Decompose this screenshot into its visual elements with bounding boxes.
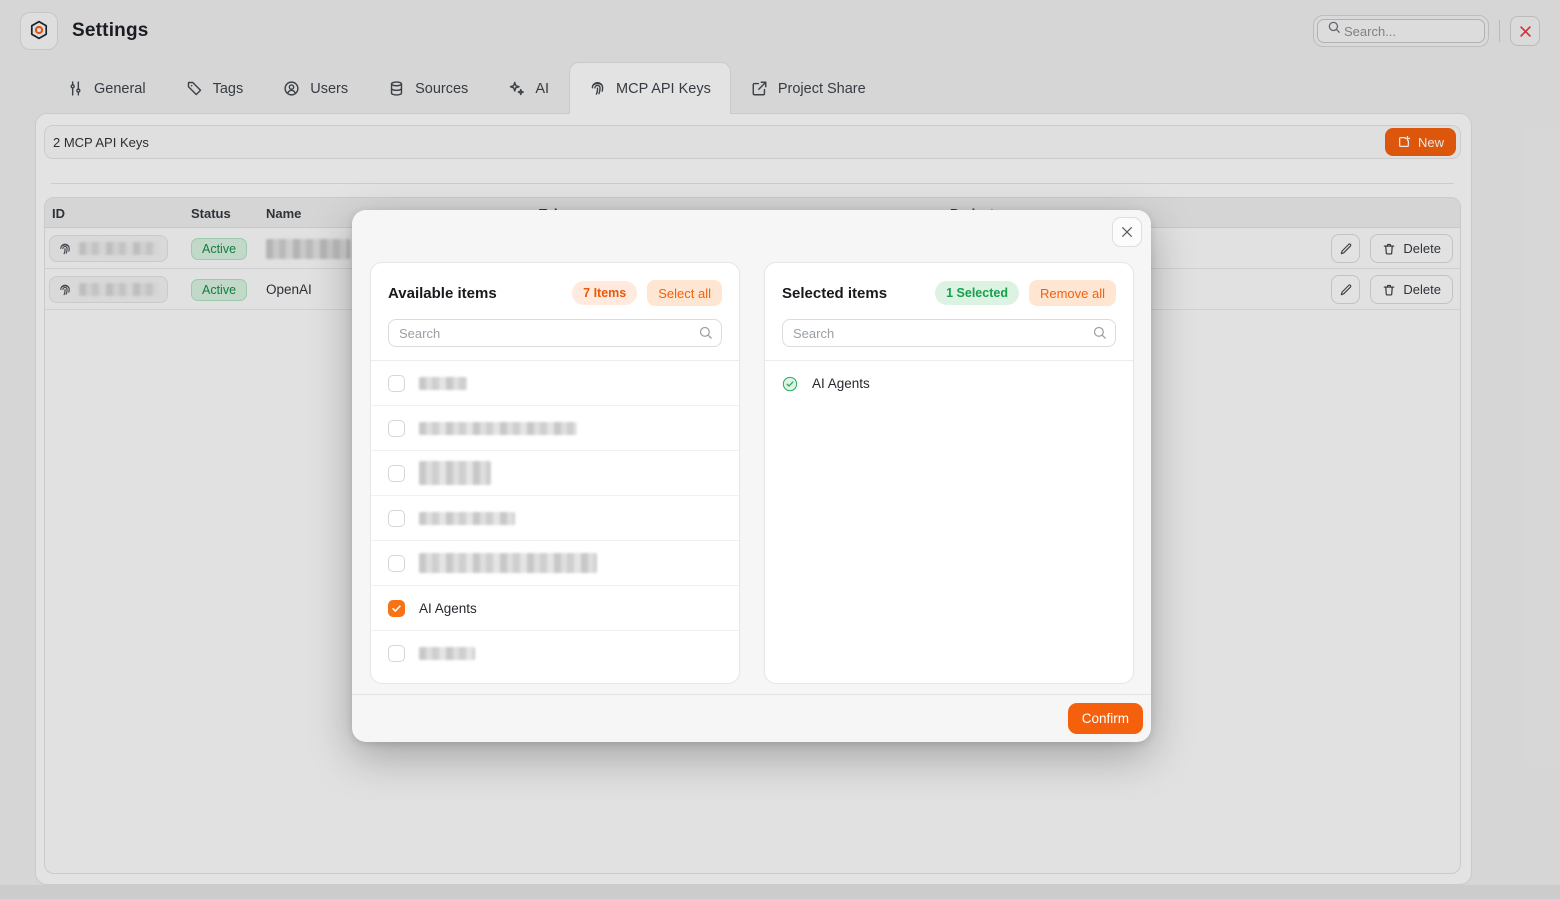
checkbox[interactable] — [388, 555, 405, 572]
check-circle-icon — [782, 376, 798, 392]
checkbox[interactable] — [388, 510, 405, 527]
available-items-list: AI Agents — [371, 361, 739, 676]
checkbox[interactable] — [388, 375, 405, 392]
list-item-ai-agents[interactable]: AI Agents — [371, 586, 739, 631]
redacted-label — [419, 377, 467, 390]
checkbox[interactable] — [388, 420, 405, 437]
checkbox[interactable] — [388, 465, 405, 482]
close-icon — [1119, 224, 1135, 240]
available-items-title: Available items — [388, 285, 497, 302]
checkbox[interactable] — [388, 645, 405, 662]
selected-search-input[interactable] — [782, 319, 1116, 347]
footer-divider — [352, 694, 1151, 695]
confirm-button[interactable]: Confirm — [1068, 703, 1143, 734]
modal-close-button[interactable] — [1112, 217, 1142, 247]
remove-all-button[interactable]: Remove all — [1029, 280, 1116, 306]
redacted-label — [419, 553, 597, 573]
selected-items-list: AI Agents — [765, 361, 1133, 406]
redacted-label — [419, 461, 491, 485]
list-item[interactable] — [371, 631, 739, 676]
redacted-label — [419, 512, 515, 525]
list-item-ai-agents[interactable]: AI Agents — [765, 361, 1133, 406]
available-search-input[interactable] — [388, 319, 722, 347]
available-items-header: Available items 7 Items Select all — [371, 263, 739, 360]
item-label: AI Agents — [419, 601, 477, 616]
list-item[interactable] — [371, 406, 739, 451]
checkbox-checked[interactable] — [388, 600, 405, 617]
selected-items-title: Selected items — [782, 285, 887, 302]
redacted-label — [419, 647, 475, 660]
select-items-dialog: Available items 7 Items Select all — [352, 210, 1151, 742]
selected-items-header: Selected items 1 Selected Remove all — [765, 263, 1133, 360]
available-count-badge: 7 Items — [572, 281, 637, 305]
selected-items-panel: Selected items 1 Selected Remove all AI … — [764, 262, 1134, 684]
list-item[interactable] — [371, 496, 739, 541]
list-item[interactable] — [371, 541, 739, 586]
available-items-panel: Available items 7 Items Select all — [370, 262, 740, 684]
list-item[interactable] — [371, 451, 739, 496]
list-item[interactable] — [371, 361, 739, 406]
item-label: AI Agents — [812, 376, 870, 391]
selected-count-badge: 1 Selected — [935, 281, 1019, 305]
select-all-button[interactable]: Select all — [647, 280, 722, 306]
redacted-label — [419, 422, 577, 435]
